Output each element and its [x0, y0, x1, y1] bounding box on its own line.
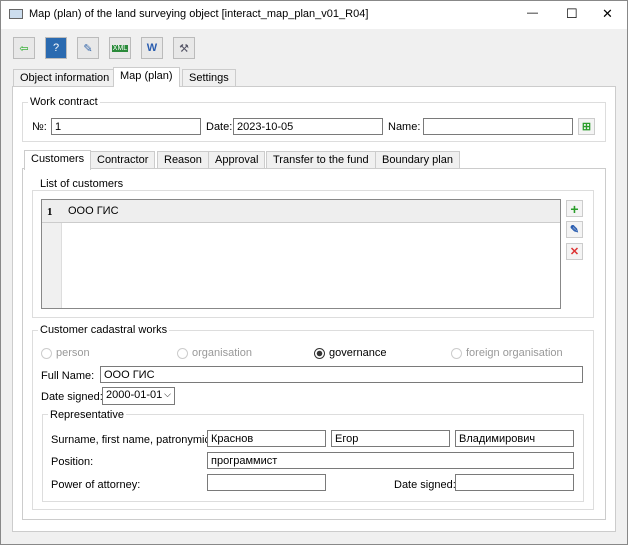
surname-input[interactable] — [207, 430, 326, 447]
edit-document-button[interactable]: ✎ — [77, 37, 99, 59]
close-button[interactable]: ✕ — [602, 6, 613, 22]
attorney-label: Power of attorney: — [51, 479, 141, 491]
radio-label: foreign organisation — [466, 347, 563, 359]
patronymic-input[interactable] — [455, 430, 574, 447]
add-table-icon: ⊞ — [581, 121, 592, 133]
full-name-label: Full Name: — [41, 370, 95, 382]
title-bar: Map (plan) of the land surveying object … — [1, 1, 627, 29]
number-input[interactable] — [51, 118, 201, 135]
chevron-down-icon: ⌵ — [164, 389, 171, 399]
tab-approval[interactable]: Approval — [208, 151, 266, 169]
customer-name-cell: ООО ГИС — [68, 205, 119, 217]
date-input[interactable] — [233, 118, 383, 135]
radio-label: governance — [329, 347, 387, 359]
app-icon — [9, 9, 23, 19]
radio-icon — [177, 347, 188, 359]
delete-customer-button[interactable]: ✕ — [566, 243, 583, 260]
tab-customers[interactable]: Customers — [24, 150, 92, 170]
help-icon: ? — [52, 42, 60, 54]
date-label: Date: — [206, 121, 233, 133]
minimize-button[interactable]: — — [527, 7, 538, 19]
edit-document-icon: ✎ — [83, 42, 93, 55]
tab-object-information[interactable]: Object information — [13, 69, 117, 87]
survey-tool-button[interactable]: ⚒ — [173, 37, 195, 59]
help-button[interactable]: ? — [45, 37, 67, 59]
tab-reason[interactable]: Reason — [157, 151, 209, 169]
radio-icon — [451, 347, 462, 359]
rep-date-signed-input[interactable] — [455, 474, 574, 491]
delete-icon: ✕ — [569, 246, 580, 258]
maximize-button[interactable]: ☐ — [566, 6, 578, 22]
toolbar: ⇦ ? ✎ XML W ⚒ — [13, 37, 195, 59]
xml-export-icon: XML — [111, 44, 129, 52]
radio-person[interactable]: person — [41, 347, 90, 359]
tab-boundary-plan[interactable]: Boundary plan — [375, 151, 460, 169]
pen-icon: ✎ — [569, 224, 580, 236]
word-export-icon: W — [146, 42, 158, 54]
edit-customer-button[interactable]: ✎ — [566, 221, 583, 238]
radio-foreign-organisation[interactable]: foreign organisation — [451, 347, 563, 359]
radio-label: organisation — [192, 347, 252, 359]
name-input[interactable] — [423, 118, 573, 135]
fio-label: Surname, first name, patronymic: — [51, 434, 214, 446]
add-customer-button[interactable]: + — [566, 200, 583, 217]
window-title: Map (plan) of the land surveying object … — [29, 8, 369, 20]
name-label: Name: — [388, 121, 421, 133]
position-label: Position: — [51, 456, 94, 468]
radio-checked-icon — [314, 347, 325, 359]
add-name-button[interactable]: ⊞ — [578, 118, 595, 135]
date-signed-label: Date signed: — [41, 391, 103, 403]
attorney-input[interactable] — [207, 474, 326, 491]
plus-icon: + — [570, 200, 579, 217]
rep-date-signed-label: Date signed: — [394, 479, 456, 491]
full-name-input[interactable] — [100, 366, 583, 383]
radio-organisation[interactable]: organisation — [177, 347, 252, 359]
representative-title: Representative — [48, 409, 126, 421]
row-index: 1 — [47, 206, 53, 218]
word-export-button[interactable]: W — [141, 37, 163, 59]
number-label: №: — [32, 121, 47, 133]
exit-button[interactable]: ⇦ — [13, 37, 35, 59]
tab-settings[interactable]: Settings — [182, 69, 236, 87]
radio-governance[interactable]: governance — [314, 347, 387, 359]
first-name-input[interactable] — [331, 430, 450, 447]
customers-table[interactable]: 1 ООО ГИС — [41, 199, 561, 309]
tab-transfer-to-fund[interactable]: Transfer to the fund — [266, 151, 376, 169]
customers-list-title: List of customers — [38, 178, 126, 190]
date-signed-value: 2000-01-01 — [106, 389, 163, 401]
survey-tool-icon: ⚒ — [179, 42, 189, 55]
position-input[interactable] — [207, 452, 574, 469]
tab-contractor[interactable]: Contractor — [90, 151, 156, 169]
cadastral-title: Customer cadastral works — [38, 324, 170, 336]
tab-map-plan[interactable]: Map (plan) — [113, 67, 180, 87]
radio-icon — [41, 347, 52, 359]
work-contract-title: Work contract — [28, 96, 100, 108]
radio-label: person — [56, 347, 90, 359]
exit-icon: ⇦ — [19, 42, 29, 55]
date-signed-picker[interactable]: 2000-01-01 ⌵ — [102, 387, 175, 405]
xml-export-button[interactable]: XML — [109, 37, 131, 59]
table-row[interactable]: 1 ООО ГИС — [42, 200, 560, 223]
